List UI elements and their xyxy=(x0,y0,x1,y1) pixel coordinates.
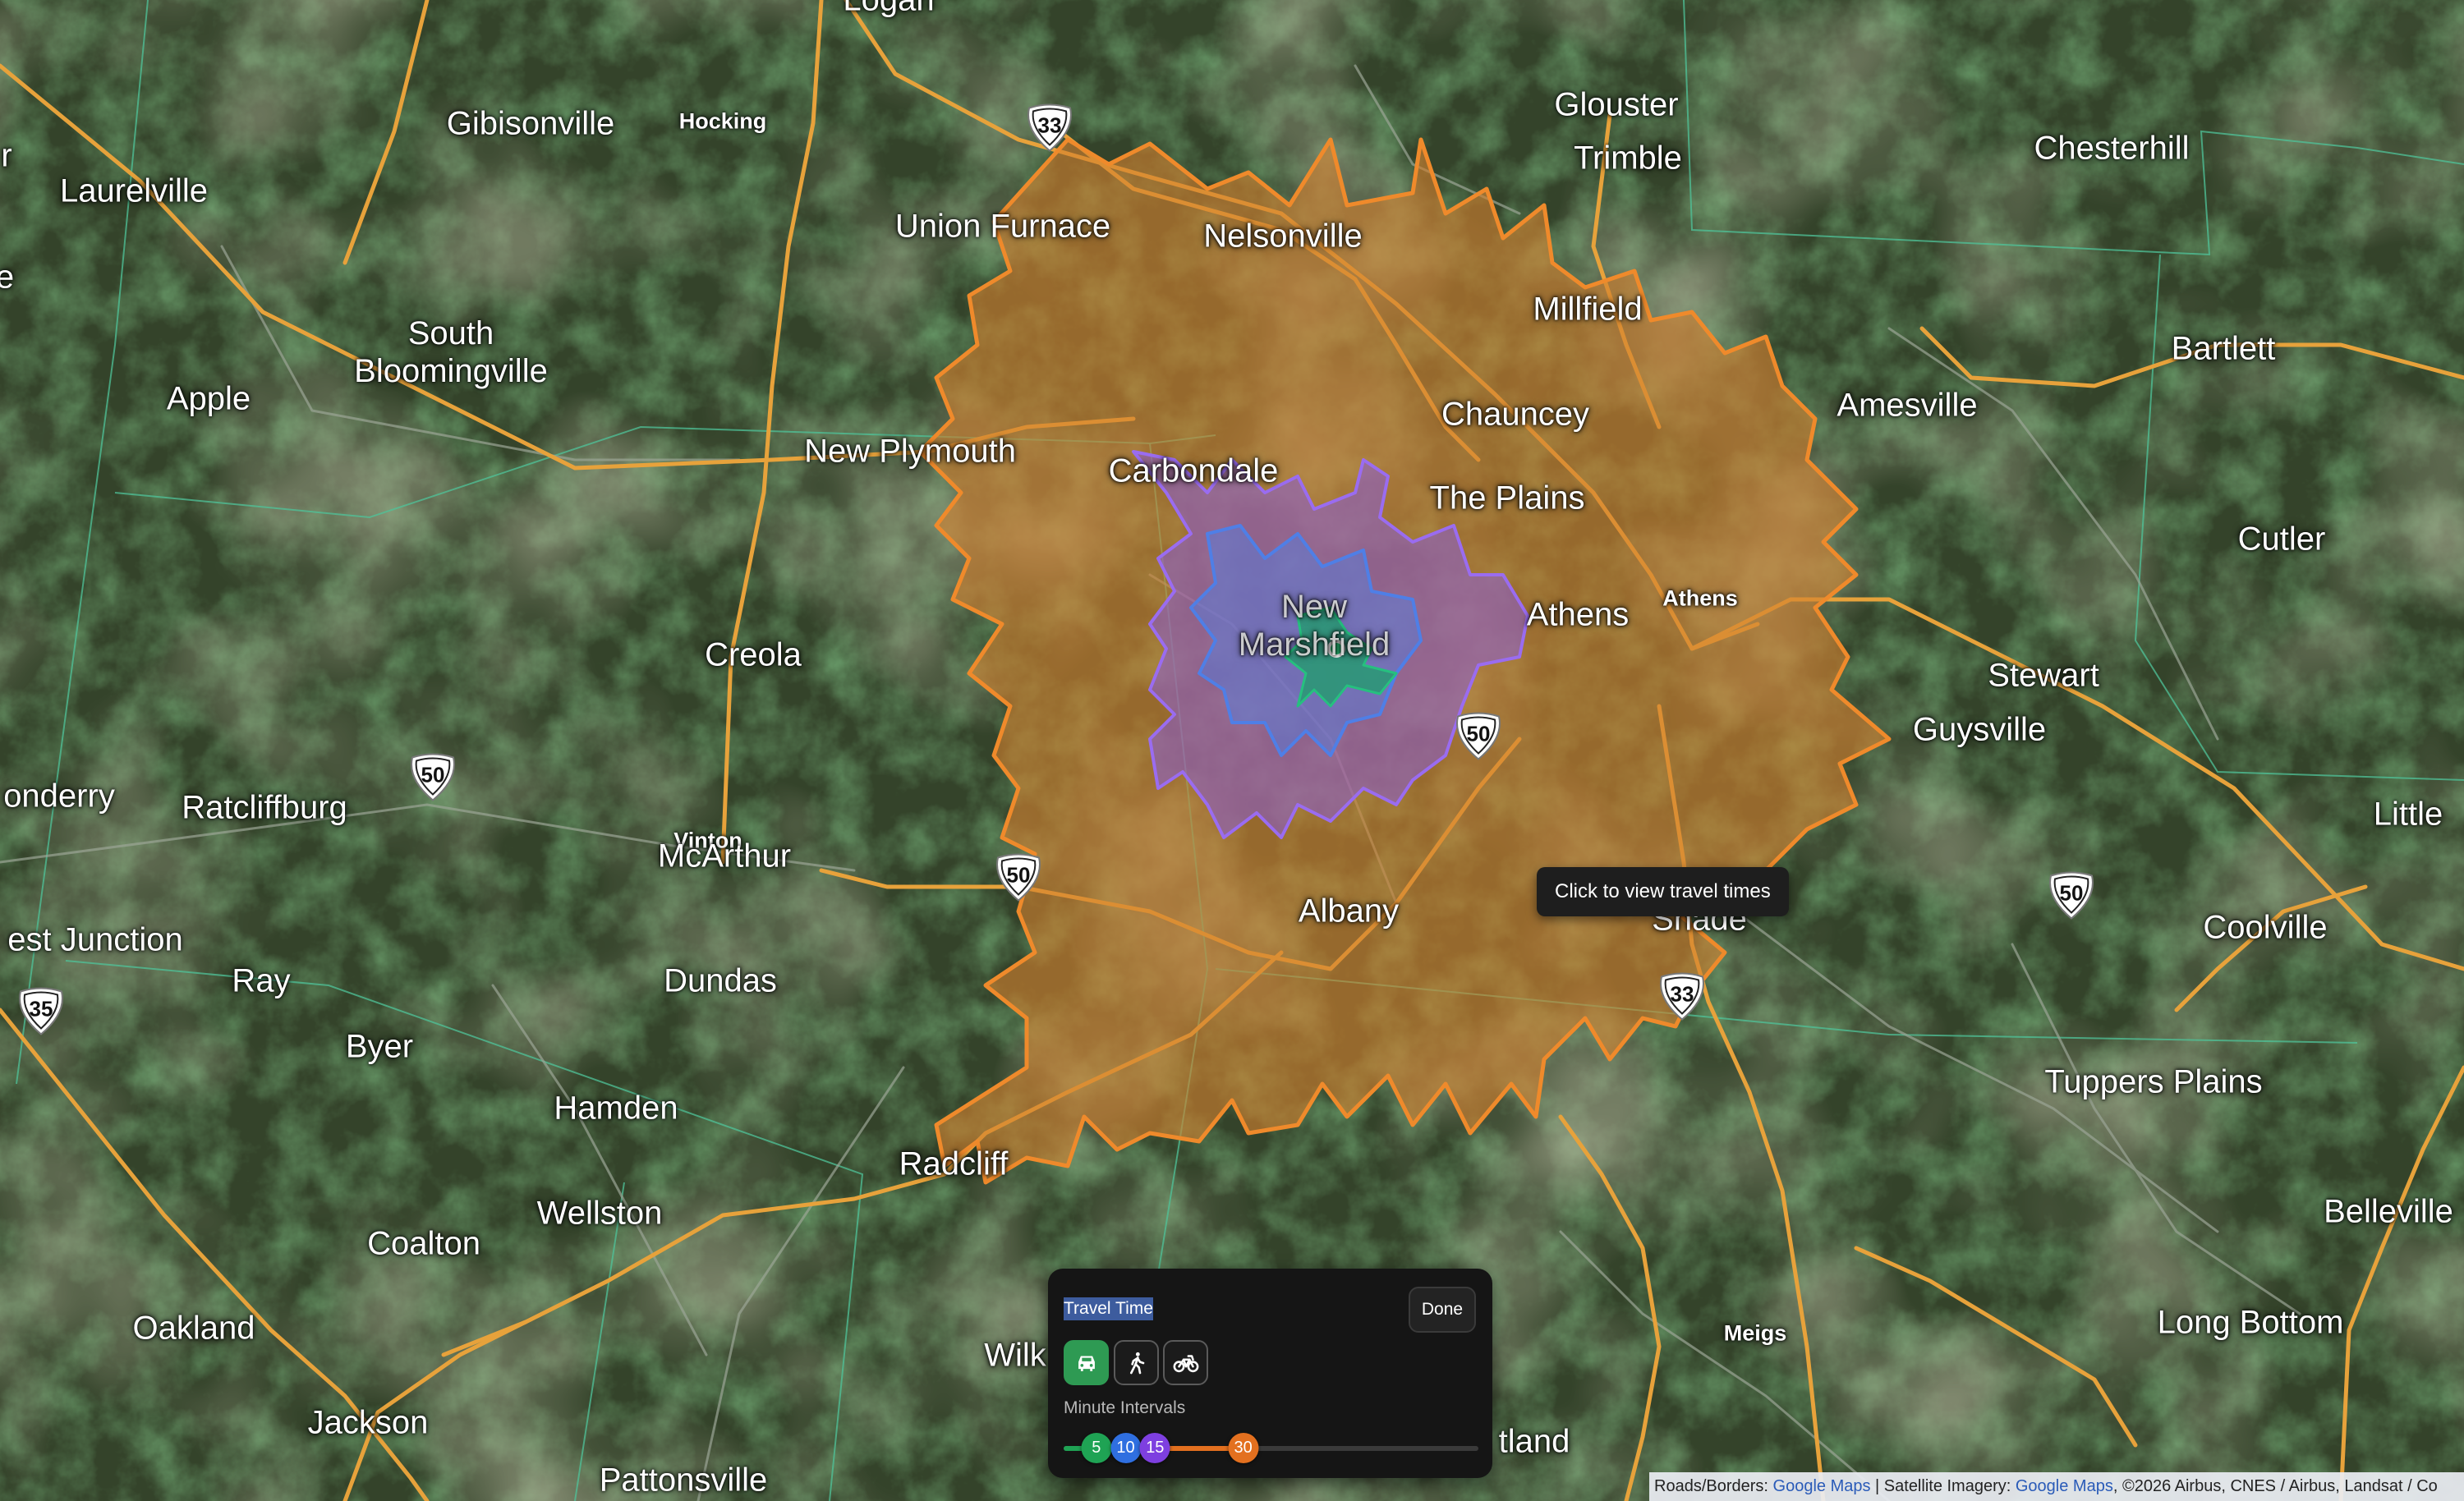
place-label-glouster: Glouster xyxy=(1554,86,1679,123)
attribution-imagery-label: | Satellite Imagery: xyxy=(1870,1477,2016,1495)
attribution-credits: , ©2026 Airbus, CNES / Airbus, Landsat /… xyxy=(2112,1477,2438,1495)
bicycle-icon xyxy=(1173,1354,1198,1372)
minute-interval-slider[interactable]: 5 10 15 30 xyxy=(1064,1431,1478,1464)
place-label-line-2: Bloomingville xyxy=(354,353,548,389)
place-label-guysville: Guysville xyxy=(1912,711,2047,748)
place-label-edge-r: r xyxy=(1,137,12,174)
route-number: 33 xyxy=(1037,112,1062,138)
place-label-stewart: Stewart xyxy=(1988,657,2099,694)
done-button[interactable]: Done xyxy=(1409,1287,1476,1333)
place-label-logan: Logan xyxy=(843,0,934,19)
place-label-coalton: Coalton xyxy=(367,1225,480,1262)
travel-time-panel: Travel Time Done Minute Intervals 5101 xyxy=(1048,1269,1492,1478)
place-label-chesterhill: Chesterhill xyxy=(2034,130,2190,167)
place-label-long-bottom: Long Bottom xyxy=(2157,1304,2344,1341)
walking-person-icon xyxy=(1129,1352,1144,1374)
place-label-cutler: Cutler xyxy=(2237,521,2326,558)
place-label-hocking: Hocking xyxy=(678,108,767,134)
route-number: 50 xyxy=(1466,721,1491,746)
place-label-bartlett: Bartlett xyxy=(2171,330,2276,367)
bike-mode-button[interactable] xyxy=(1163,1340,1208,1385)
place-label-line-2: Marshfield xyxy=(1238,627,1391,663)
place-label-byer: Byer xyxy=(345,1028,414,1065)
route-number: 50 xyxy=(1006,862,1031,888)
interval-handle-15[interactable]: 15 xyxy=(1139,1433,1170,1463)
interval-handle-5[interactable]: 5 xyxy=(1081,1433,1112,1463)
place-label-millfield: Millfield xyxy=(1533,291,1643,328)
place-label-wellston: Wellston xyxy=(536,1195,663,1232)
place-label-south-bloomingville: South Bloomingville xyxy=(354,314,548,390)
attribution-roads-label: Roads/Borders: xyxy=(1654,1477,1773,1495)
place-label-oakland: Oakland xyxy=(132,1310,255,1347)
attribution-roads-link[interactable]: Google Maps xyxy=(1773,1477,1871,1495)
walk-mode-button[interactable] xyxy=(1114,1340,1159,1385)
route-shield-us-50-west: 50 xyxy=(407,751,458,806)
place-label-athens-county: Athens xyxy=(1662,585,1738,611)
interval-handle-30[interactable]: 30 xyxy=(1228,1433,1259,1463)
place-label-creola: Creola xyxy=(705,636,802,673)
place-label-line-1: South xyxy=(407,315,494,351)
place-label-line-1: New xyxy=(1280,589,1348,625)
car-icon xyxy=(1078,1356,1095,1371)
place-label-dundas: Dundas xyxy=(664,962,777,999)
place-label-carbondale: Carbondale xyxy=(1108,452,1279,489)
place-label-chauncey: Chauncey xyxy=(1441,396,1590,433)
panel-title: Travel Time xyxy=(1064,1297,1153,1320)
place-label-amesville: Amesville xyxy=(1837,387,1978,424)
place-label-apple: Apple xyxy=(166,380,251,417)
place-label-jackson: Jackson xyxy=(307,1404,429,1441)
place-label-nelsonville: Nelsonville xyxy=(1203,218,1363,255)
place-label-laurelville: Laurelville xyxy=(59,172,209,209)
route-number: 50 xyxy=(2059,880,2084,906)
place-label-belleville: Belleville xyxy=(2324,1193,2453,1230)
route-number: 50 xyxy=(421,762,445,787)
place-label-athens: Athens xyxy=(1526,596,1630,633)
place-label-radcliff: Radcliff xyxy=(899,1145,1009,1182)
place-label-pattonsville: Pattonsville xyxy=(599,1462,768,1499)
place-label-new-plymouth: New Plymouth xyxy=(804,433,1016,470)
route-shield-us-33-south: 33 xyxy=(1657,971,1708,1026)
place-label-mcarthur: McArthur xyxy=(657,838,792,874)
place-label-ray: Ray xyxy=(232,962,291,999)
place-label-little: Little xyxy=(2373,796,2443,833)
place-label-the-plains: The Plains xyxy=(1429,480,1585,516)
place-label-albany: Albany xyxy=(1298,893,1400,930)
place-label-hamden: Hamden xyxy=(554,1090,678,1127)
route-number: 35 xyxy=(29,996,53,1021)
place-label-coolville: Coolville xyxy=(2203,909,2328,946)
place-label-edge-e: e xyxy=(0,259,15,296)
route-shield-us-50-athens: 50 xyxy=(1453,710,1504,765)
map-attribution: Roads/Borders: Google Maps | Satellite I… xyxy=(1649,1472,2464,1501)
place-label-trimble: Trimble xyxy=(1574,140,1682,177)
drive-mode-button[interactable] xyxy=(1064,1340,1109,1385)
place-label-new-marshfield: New Marshfield xyxy=(1239,588,1391,663)
route-shield-us-35: 35 xyxy=(16,985,67,1040)
place-label-union-furnace: Union Furnace xyxy=(894,208,1111,245)
place-label-rutland: tland xyxy=(1498,1423,1570,1460)
route-shield-us-33-north: 33 xyxy=(1024,102,1075,157)
place-label-londonderry: onderry xyxy=(3,778,115,815)
route-number: 33 xyxy=(1670,981,1694,1007)
place-label-gibisonville: Gibisonville xyxy=(446,105,615,142)
place-label-meigs: Meigs xyxy=(1723,1320,1787,1346)
route-shield-us-50-east: 50 xyxy=(2046,870,2097,925)
route-shield-us-50-center: 50 xyxy=(993,851,1044,907)
minute-intervals-label: Minute Intervals xyxy=(1064,1398,1186,1417)
place-label-ratcliffburg: Ratcliffburg xyxy=(182,789,347,826)
place-label-wilkesville: Wilk xyxy=(984,1337,1046,1374)
place-label-west-junction: est Junction xyxy=(7,921,183,958)
place-label-tuppers-plains: Tuppers Plains xyxy=(2044,1063,2263,1100)
attribution-imagery-link[interactable]: Google Maps xyxy=(2016,1477,2113,1495)
interval-handle-10[interactable]: 10 xyxy=(1110,1433,1142,1463)
travel-time-tooltip: Click to view travel times xyxy=(1537,867,1789,916)
